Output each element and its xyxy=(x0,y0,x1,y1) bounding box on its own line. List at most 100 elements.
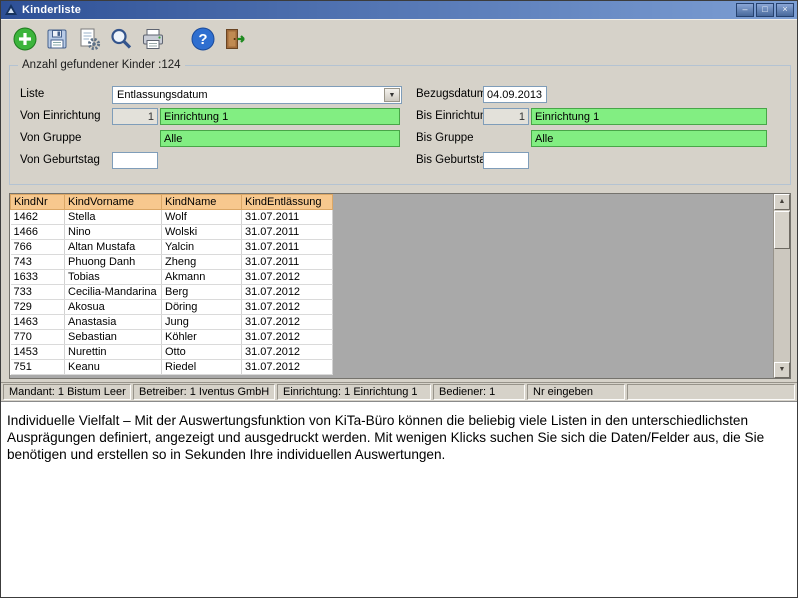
table-cell: Zheng xyxy=(162,255,242,270)
print-button[interactable] xyxy=(137,26,169,58)
table-cell: Jung xyxy=(162,315,242,330)
help-icon: ? xyxy=(190,26,216,57)
kinderliste-window: Kinderliste – □ × xyxy=(1,1,797,402)
exit-button[interactable] xyxy=(219,26,251,58)
search-button[interactable] xyxy=(105,26,137,58)
von-einrichtung-nr-input xyxy=(112,108,158,125)
table-cell: 729 xyxy=(11,300,65,315)
report-settings-button[interactable] xyxy=(73,26,105,58)
bis-gruppe-label: Bis Gruppe xyxy=(416,130,474,147)
von-einrichtung-input[interactable] xyxy=(160,108,400,125)
table-row[interactable]: 1633TobiasAkmann31.07.2012 xyxy=(11,270,333,285)
table-cell: 770 xyxy=(11,330,65,345)
statusbar-panel: Nr eingeben xyxy=(527,384,625,400)
toolbar: ? xyxy=(1,19,797,63)
table-cell: Otto xyxy=(162,345,242,360)
table-cell: Riedel xyxy=(162,360,242,375)
caption-text: Individuelle Vielfalt – Mit der Auswertu… xyxy=(7,412,796,463)
scroll-down-icon[interactable]: ▼ xyxy=(774,362,790,378)
von-gruppe-input[interactable] xyxy=(160,130,400,147)
statusbar-filler xyxy=(627,384,795,400)
add-icon xyxy=(12,26,38,57)
table-row[interactable]: 733Cecilia-MandarinaBerg31.07.2012 xyxy=(11,285,333,300)
von-geburtstag-label: Von Geburtstag xyxy=(20,152,100,169)
window-title: Kinderliste xyxy=(22,4,734,16)
statusbar-panel: Betreiber: 1 Iventus GmbH xyxy=(133,384,275,400)
table-cell: Sebastian xyxy=(65,330,162,345)
grid-header-row: KindNr KindVorname KindName KindEntlässu… xyxy=(11,195,333,210)
save-icon xyxy=(44,26,70,57)
report-settings-icon xyxy=(76,26,102,57)
add-button[interactable] xyxy=(9,26,41,58)
table-cell: Wolski xyxy=(162,225,242,240)
column-header-kindnr[interactable]: KindNr xyxy=(11,195,65,210)
column-header-kindname[interactable]: KindName xyxy=(162,195,242,210)
column-header-kindvorname[interactable]: KindVorname xyxy=(65,195,162,210)
scrollbar-thumb[interactable] xyxy=(774,211,790,249)
table-row[interactable]: 1466NinoWolski31.07.2011 xyxy=(11,225,333,240)
vertical-scrollbar[interactable]: ▲ ▼ xyxy=(773,194,790,378)
liste-combobox[interactable]: Entlassungsdatum ▼ xyxy=(112,86,402,104)
liste-label: Liste xyxy=(20,86,44,103)
statusbar-panel: Bediener: 1 xyxy=(433,384,525,400)
table-row[interactable]: 1463AnastasiaJung31.07.2012 xyxy=(11,315,333,330)
exit-icon xyxy=(222,26,248,57)
svg-text:?: ? xyxy=(198,31,207,48)
bis-einrichtung-label: Bis Einrichtung xyxy=(416,108,493,125)
minimize-button[interactable]: – xyxy=(736,3,754,17)
bezugsdatum-label: Bezugsdatum xyxy=(416,86,486,103)
bis-einrichtung-nr-input xyxy=(483,108,529,125)
table-cell: 31.07.2011 xyxy=(242,210,333,225)
table-cell: 751 xyxy=(11,360,65,375)
table-row[interactable]: 770SebastianKöhler31.07.2012 xyxy=(11,330,333,345)
table-cell: Wolf xyxy=(162,210,242,225)
table-cell: 733 xyxy=(11,285,65,300)
scroll-up-icon[interactable]: ▲ xyxy=(774,194,790,210)
help-button[interactable]: ? xyxy=(187,26,219,58)
table-row[interactable]: 743Phuong DanhZheng31.07.2011 xyxy=(11,255,333,270)
titlebar: Kinderliste – □ × xyxy=(1,1,797,19)
statusbar-panel: Einrichtung: 1 Einrichtung 1 xyxy=(277,384,431,400)
table-cell: 743 xyxy=(11,255,65,270)
table-cell: 31.07.2012 xyxy=(242,315,333,330)
children-grid: KindNr KindVorname KindName KindEntlässu… xyxy=(9,193,791,379)
table-cell: Nino xyxy=(65,225,162,240)
table-cell: Berg xyxy=(162,285,242,300)
bis-einrichtung-input[interactable] xyxy=(531,108,767,125)
table-cell: Phuong Danh xyxy=(65,255,162,270)
table-row[interactable]: 751KeanuRiedel31.07.2012 xyxy=(11,360,333,375)
chevron-down-icon[interactable]: ▼ xyxy=(384,88,400,102)
close-button[interactable]: × xyxy=(776,3,794,17)
print-icon xyxy=(140,26,166,57)
von-geburtstag-input[interactable] xyxy=(112,152,158,169)
bis-geburtstag-label: Bis Geburtstag xyxy=(416,152,492,169)
table-cell: Cecilia-Mandarina xyxy=(65,285,162,300)
table-cell: Döring xyxy=(162,300,242,315)
table-cell: 31.07.2012 xyxy=(242,270,333,285)
grid-body: 1462StellaWolf31.07.20111466NinoWolski31… xyxy=(11,210,333,375)
table-cell: Akmann xyxy=(162,270,242,285)
table-cell: 1462 xyxy=(11,210,65,225)
bis-gruppe-input[interactable] xyxy=(531,130,767,147)
table-cell: 31.07.2011 xyxy=(242,240,333,255)
table-cell: 766 xyxy=(11,240,65,255)
table-cell: 1633 xyxy=(11,270,65,285)
table-row[interactable]: 766Altan MustafaYalcin31.07.2011 xyxy=(11,240,333,255)
table-row[interactable]: 729AkosuaDöring31.07.2012 xyxy=(11,300,333,315)
table-cell: 31.07.2011 xyxy=(242,255,333,270)
table-row[interactable]: 1453NurettinOtto31.07.2012 xyxy=(11,345,333,360)
table-cell: 31.07.2011 xyxy=(242,225,333,240)
table-row[interactable]: 1462StellaWolf31.07.2011 xyxy=(11,210,333,225)
table-cell: 1453 xyxy=(11,345,65,360)
table-cell: Köhler xyxy=(162,330,242,345)
table-cell: Akosua xyxy=(65,300,162,315)
liste-combobox-value: Entlassungsdatum xyxy=(117,89,208,101)
maximize-button[interactable]: □ xyxy=(756,3,774,17)
column-header-kindentlassung[interactable]: KindEntlässung xyxy=(242,195,333,210)
bezugsdatum-input[interactable] xyxy=(483,86,547,103)
grid-table-wrap: KindNr KindVorname KindName KindEntlässu… xyxy=(10,194,334,378)
table-cell: Keanu xyxy=(65,360,162,375)
bis-geburtstag-input[interactable] xyxy=(483,152,529,169)
filter-groupbox: Anzahl gefundener Kinder :124 Liste Entl… xyxy=(9,65,791,185)
save-button[interactable] xyxy=(41,26,73,58)
